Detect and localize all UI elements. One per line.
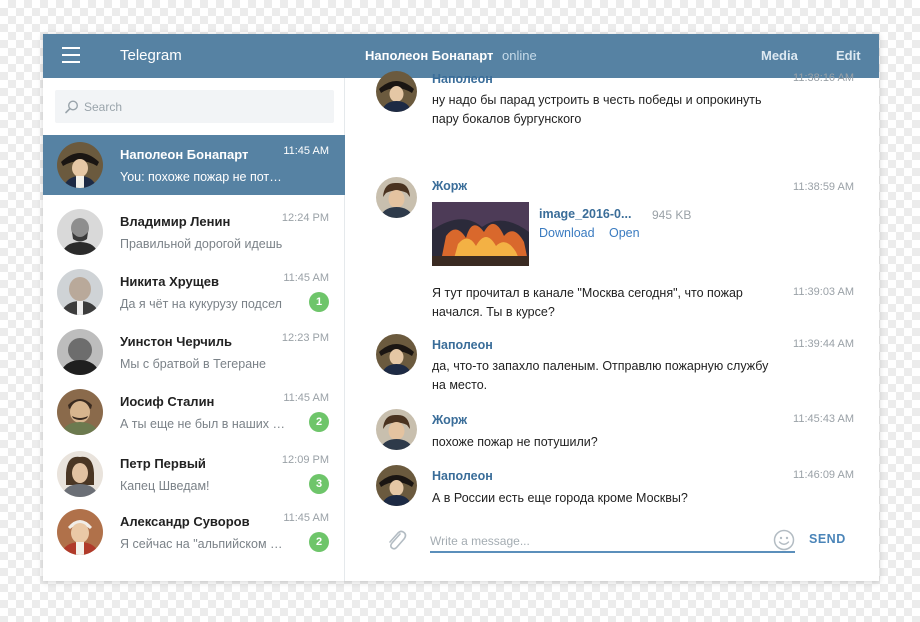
dialog-name: Александр Суворов xyxy=(120,514,250,529)
file-size: 945 KB xyxy=(652,208,692,222)
file-thumbnail[interactable] xyxy=(432,202,529,266)
avatar[interactable] xyxy=(376,334,417,375)
message-author[interactable]: Наполеон xyxy=(432,338,493,352)
dialog-item-napoleon[interactable]: Наполеон Бонапарт 11:45 AM You: похоже п… xyxy=(43,135,345,195)
dialog-preview: Мы с братвой в Тегеране xyxy=(120,357,267,371)
dialog-preview: You: похоже пожар не потушили? xyxy=(120,170,288,184)
dialog-name: Наполеон Бонапарт xyxy=(120,147,249,162)
dialog-item-lenin[interactable]: Владимир Ленин 12:24 PM Правильной дорог… xyxy=(43,202,345,262)
attach-icon[interactable] xyxy=(385,528,407,552)
message-time: 11:39:44 AM xyxy=(793,338,854,350)
avatar[interactable] xyxy=(376,71,417,112)
dialog-preview: А ты еще не был в наших лагерях? xyxy=(120,417,288,431)
message-text: похоже пожар не потушили? xyxy=(432,435,598,449)
peer-status: online xyxy=(502,48,537,63)
open-link[interactable]: Open xyxy=(609,226,640,240)
media-button[interactable]: Media xyxy=(761,48,798,63)
send-button[interactable]: SEND xyxy=(809,532,846,546)
message-time: 11:46:09 AM xyxy=(793,469,854,481)
download-link[interactable]: Download xyxy=(539,226,595,240)
dialog-time: 12:23 PM xyxy=(281,332,329,344)
dialog-name: Никита Хрущев xyxy=(120,274,219,289)
file-name[interactable]: image_2016-0... xyxy=(539,207,631,221)
dialog-item-khrushchev[interactable]: Никита Хрущев 11:45 AM Да я чёт на кукур… xyxy=(43,262,345,322)
dialog-name: Петр Первый xyxy=(120,456,206,471)
unread-badge: 3 xyxy=(309,474,329,494)
avatar xyxy=(57,269,103,315)
dialog-time: 12:24 PM xyxy=(281,212,329,224)
avatar xyxy=(57,142,103,188)
message-text: ну надо бы парад устроить в честь победы… xyxy=(432,93,762,126)
dialog-item-peter[interactable]: Петр Первый 12:09 PM Капец Шведам! 3 xyxy=(43,444,345,504)
message-author[interactable]: Жорж xyxy=(432,179,467,193)
dialog-time: 11:45 AM xyxy=(283,272,329,284)
unread-badge: 2 xyxy=(309,532,329,552)
telegram-window: Telegram Наполеон Бонапарт online Media … xyxy=(43,34,879,581)
dialog-name: Уинстон Черчиль xyxy=(120,334,233,349)
unread-badge: 1 xyxy=(309,292,329,312)
emoji-icon[interactable] xyxy=(773,529,795,551)
message-text: А в России есть еще города кроме Москвы? xyxy=(432,491,688,505)
dialog-time: 12:09 PM xyxy=(281,454,329,466)
dialog-name: Иосиф Сталин xyxy=(120,394,215,409)
avatar xyxy=(57,509,103,555)
dialog-preview: Капец Шведам! xyxy=(120,479,210,493)
avatar[interactable] xyxy=(376,465,417,506)
message-time: 11:39:03 AM xyxy=(793,286,854,298)
message-input[interactable] xyxy=(430,531,795,553)
avatar xyxy=(57,209,103,255)
dialogs-sidebar: Наполеон Бонапарт 11:45 AM You: похоже п… xyxy=(43,78,345,581)
dialog-time: 11:45 AM xyxy=(283,392,329,404)
peer-name[interactable]: Наполеон Бонапарт xyxy=(365,48,493,63)
message-text: Я тут прочитал в канале "Москва сегодня"… xyxy=(432,286,743,319)
avatar[interactable] xyxy=(376,177,417,218)
avatar[interactable] xyxy=(376,409,417,450)
dialog-time: 11:45 AM xyxy=(283,145,329,157)
message-time: 11:38:59 AM xyxy=(793,181,854,193)
message-time: 11:38:16 AM xyxy=(793,72,854,84)
dialog-preview: Я сейчас на "альпийском курорте" xyxy=(120,537,288,551)
avatar xyxy=(57,329,103,375)
message-author[interactable]: Наполеон xyxy=(432,72,493,86)
dialog-preview: Правильной дорогой идешь xyxy=(120,237,283,251)
app-title: Telegram xyxy=(120,47,182,64)
message-author[interactable]: Жорж xyxy=(432,413,467,427)
avatar xyxy=(57,389,103,435)
dialog-item-suvorov[interactable]: Александр Суворов 11:45 AM Я сейчас на "… xyxy=(43,502,345,562)
dialog-item-stalin[interactable]: Иосиф Сталин 11:45 AM А ты еще не был в … xyxy=(43,382,345,442)
search-input[interactable] xyxy=(84,97,324,117)
dialog-name: Владимир Ленин xyxy=(120,214,231,229)
unread-badge: 2 xyxy=(309,412,329,432)
message-time: 11:45:43 AM xyxy=(793,413,854,425)
message-author[interactable]: Наполеон xyxy=(432,469,493,483)
menu-icon[interactable] xyxy=(62,47,82,65)
dialog-preview: Да я чёт на кукурузу подсел xyxy=(120,297,282,311)
search-box xyxy=(55,90,334,123)
chat-area: Наполеон 11:38:16 AM ну надо бы парад ус… xyxy=(345,71,879,581)
search-icon xyxy=(65,100,79,114)
dialog-time: 11:45 AM xyxy=(283,512,329,524)
message-text: да, что-то запахло паленым. Отправлю пож… xyxy=(432,359,769,392)
avatar xyxy=(57,451,103,497)
edit-button[interactable]: Edit xyxy=(836,48,861,63)
dialog-item-churchill[interactable]: Уинстон Черчиль 12:23 PM Мы с братвой в … xyxy=(43,322,345,382)
